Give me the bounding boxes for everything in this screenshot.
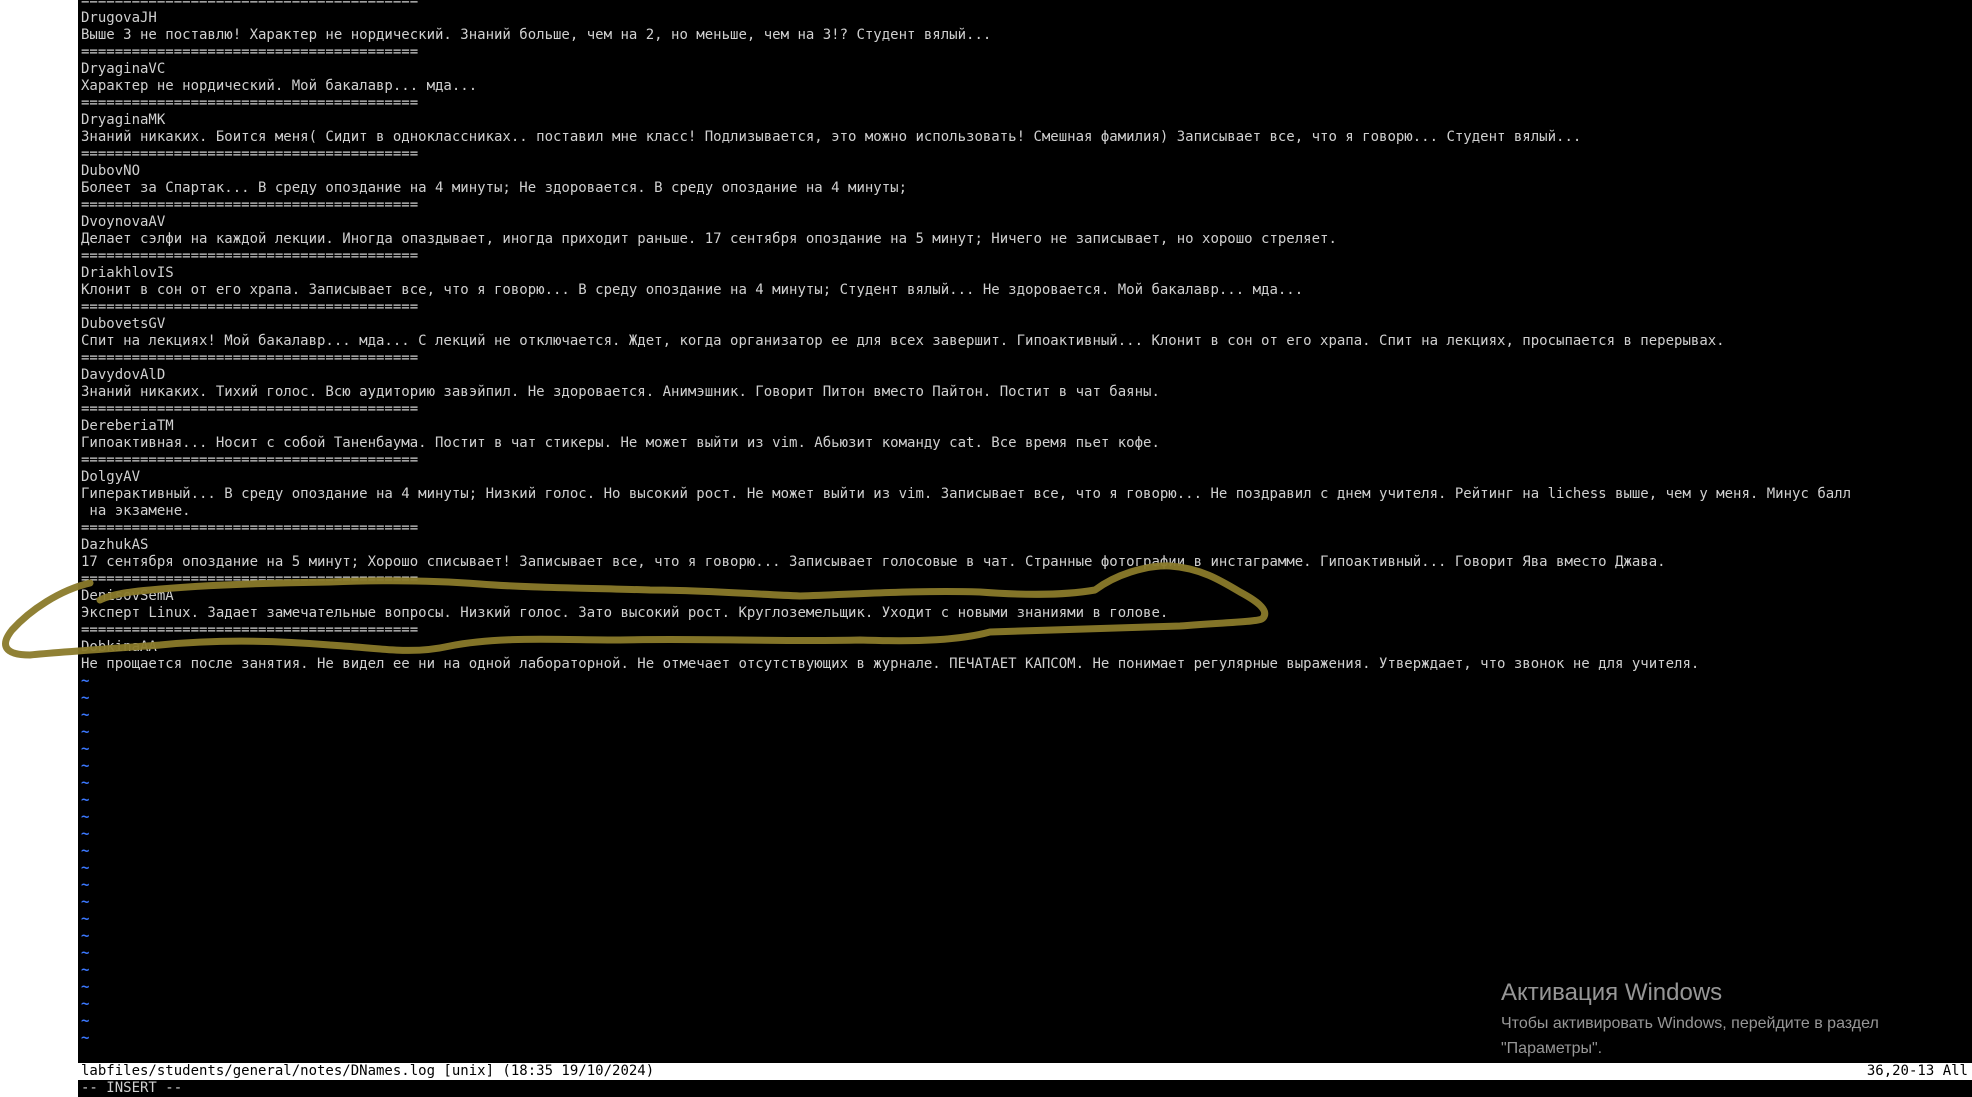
empty-line-tilde: ~ (81, 928, 90, 944)
student-note-line: Болеет за Спартак... В среду опоздание н… (81, 180, 908, 196)
empty-line-tilde: ~ (81, 809, 90, 825)
vim-text-buffer[interactable]: ========================================… (81, 0, 1972, 1047)
screen: ========================================… (0, 0, 1972, 1097)
empty-line-tilde: ~ (81, 775, 90, 791)
student-note-wrap-line: на экзамене. (81, 503, 191, 519)
student-name-line: DenisovSemA (81, 588, 174, 604)
separator-line: ======================================== (81, 197, 419, 213)
student-note-line: Спит на лекциях! Мой бакалавр... мда... … (81, 333, 1725, 349)
windows-activation-watermark: Активация Windows Чтобы активировать Win… (1501, 975, 1961, 1061)
vim-status-line: labfiles/students/general/notes/DNames.l… (78, 1063, 1972, 1080)
empty-line-tilde: ~ (81, 894, 90, 910)
separator-line: ======================================== (81, 622, 419, 638)
empty-line-tilde: ~ (81, 673, 90, 689)
empty-line-tilde: ~ (81, 877, 90, 893)
student-name-line: DolgyAV (81, 469, 141, 485)
student-name-line: DrugovaJH (81, 10, 157, 26)
separator-line: ======================================== (81, 95, 419, 111)
student-note-line: Знаний никаких. Боится меня( Сидит в одн… (81, 129, 1582, 145)
empty-line-tilde: ~ (81, 724, 90, 740)
student-name-line: DubovetsGV (81, 316, 166, 332)
watermark-line-2: "Параметры". (1501, 1040, 1603, 1057)
student-note-line: Эксперт Linux. Задает замечательные вопр… (81, 605, 1169, 621)
watermark-title: Активация Windows (1501, 979, 1723, 1006)
student-note-line: Делает сэлфи на каждой лекции. Иногда оп… (81, 231, 1337, 247)
student-note-line: Не прощается после занятия. Не видел ее … (81, 656, 1700, 672)
separator-line: ======================================== (81, 520, 419, 536)
separator-line: ======================================== (81, 248, 419, 264)
empty-line-tilde: ~ (81, 690, 90, 706)
separator-line: ======================================== (81, 146, 419, 162)
status-file-info: labfiles/students/general/notes/DNames.l… (81, 1063, 655, 1079)
student-note-line: Знаний никаких. Тихий голос. Всю аудитор… (81, 384, 1160, 400)
separator-line: ======================================== (81, 299, 419, 315)
student-note-line: 17 сентября опоздание на 5 минут; Хорошо… (81, 554, 1666, 570)
watermark-line-1: Чтобы активировать Windows, перейдите в … (1501, 1015, 1879, 1032)
separator-line: ======================================== (81, 0, 419, 9)
separator-line: ======================================== (81, 401, 419, 417)
separator-line: ======================================== (81, 571, 419, 587)
student-note-line: Клонит в сон от его храпа. Записывает вс… (81, 282, 1304, 298)
student-name-line: DriakhlovIS (81, 265, 174, 281)
separator-line: ======================================== (81, 44, 419, 60)
empty-line-tilde: ~ (81, 792, 90, 808)
empty-line-tilde: ~ (81, 860, 90, 876)
student-name-line: DubovNO (81, 163, 141, 179)
empty-line-tilde: ~ (81, 945, 90, 961)
student-note-line: Гипоактивная... Носит с собой Таненбаума… (81, 435, 1160, 451)
student-name-line: DobkinaAA (81, 639, 157, 655)
separator-line: ======================================== (81, 350, 419, 366)
student-name-line: DereberiaTM (81, 418, 174, 434)
student-name-line: DryaginaMK (81, 112, 166, 128)
student-note-line: Гиперактивный... В среду опоздание на 4 … (81, 486, 1852, 502)
empty-line-tilde: ~ (81, 758, 90, 774)
empty-line-tilde: ~ (81, 911, 90, 927)
student-name-line: DazhukAS (81, 537, 149, 553)
empty-line-tilde: ~ (81, 707, 90, 723)
empty-line-tilde: ~ (81, 741, 90, 757)
student-note-line: Характер не нордический. Мой бакалавр...… (81, 78, 478, 94)
empty-line-tilde: ~ (81, 826, 90, 842)
separator-line: ======================================== (81, 452, 419, 468)
vim-mode-indicator: -- INSERT -- (81, 1080, 183, 1096)
empty-line-tilde: ~ (81, 843, 90, 859)
vim-terminal-window[interactable]: ========================================… (78, 0, 1972, 1097)
student-name-line: DryaginaVC (81, 61, 166, 77)
status-cursor-position: 36,20-13 All (1866, 1063, 1968, 1079)
student-note-line: Выше 3 не поставлю! Характер не нордичес… (81, 27, 992, 43)
student-name-line: DvoynovaAV (81, 214, 166, 230)
student-name-line: DavydovAlD (81, 367, 166, 383)
